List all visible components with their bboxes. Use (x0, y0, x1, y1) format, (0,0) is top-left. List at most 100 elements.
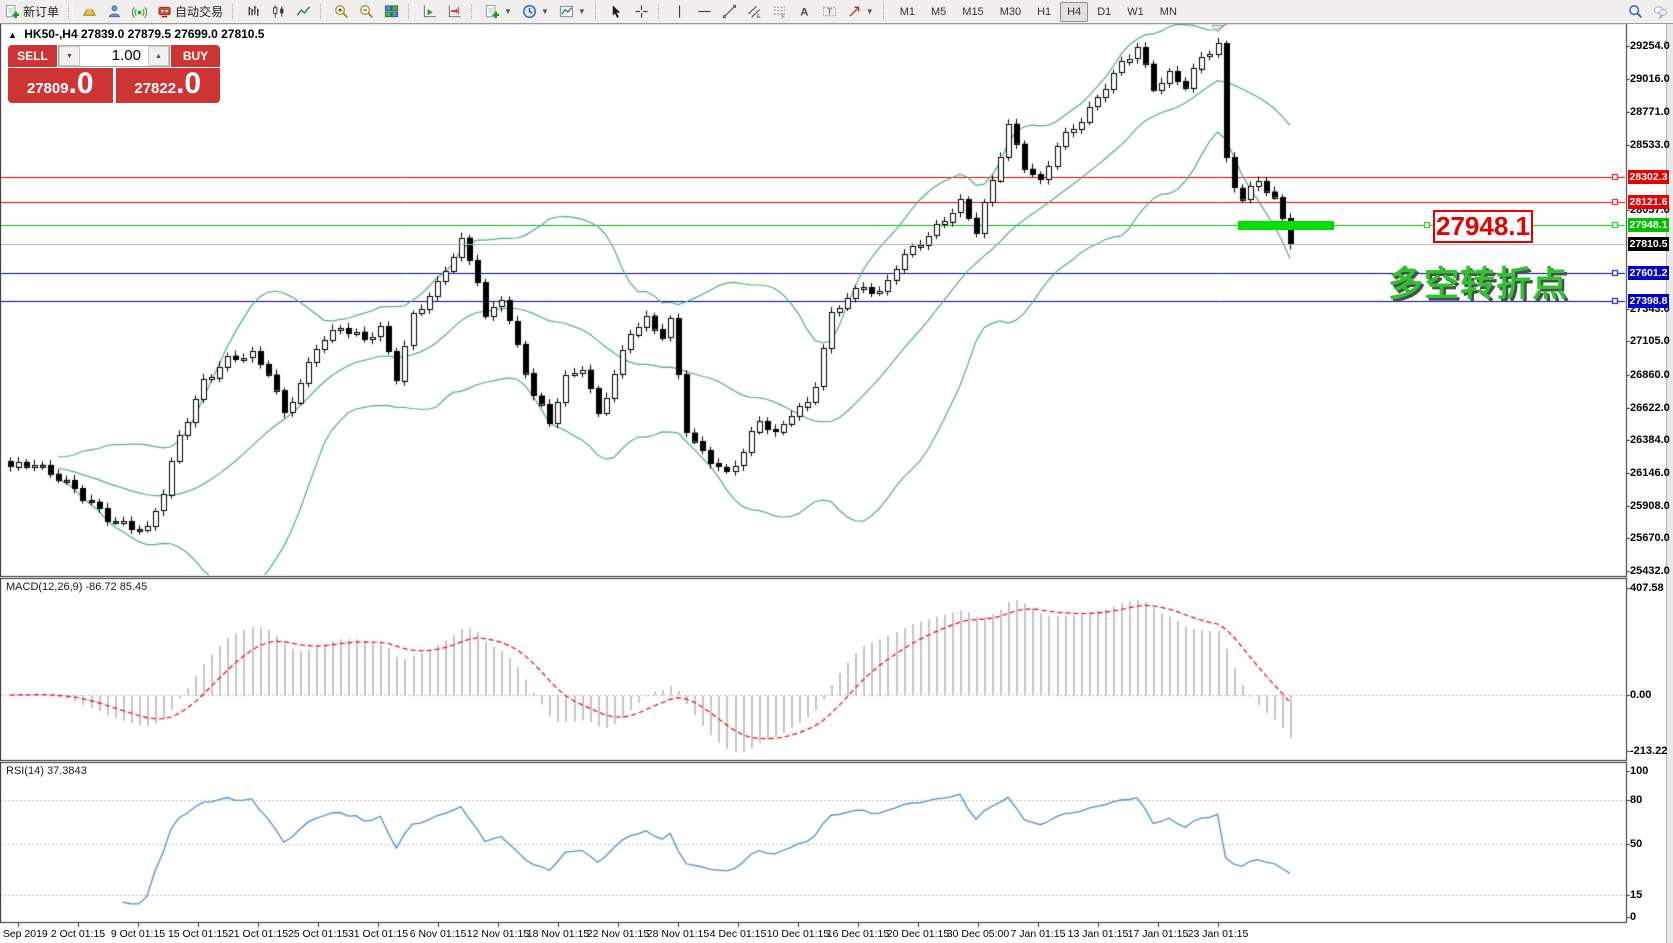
label-tool-button[interactable]: T (818, 1, 841, 22)
toolbar-grip (68, 4, 73, 19)
sell-price[interactable]: 27809 .0 (8, 68, 113, 103)
chat-icon (1653, 4, 1668, 19)
signals-icon (132, 4, 147, 19)
chart-shift-button[interactable] (443, 1, 466, 22)
crosshair-icon (634, 4, 649, 19)
timeframe-button-w1[interactable]: W1 (1120, 2, 1151, 22)
zoom-out-icon (359, 4, 374, 19)
community-button[interactable] (103, 1, 126, 22)
svg-text:E: E (757, 14, 761, 19)
toolbar-grip (232, 4, 237, 19)
line-chart-button[interactable] (292, 1, 315, 22)
zoom-out-button[interactable] (355, 1, 378, 22)
candlestick-chart-icon (271, 4, 286, 19)
volume-increase-button[interactable]: ▲ (148, 46, 169, 66)
text-tool-icon: A (797, 4, 812, 19)
community-icon (107, 4, 122, 19)
chart-shift-icon (447, 4, 462, 19)
clock-icon (522, 4, 537, 19)
toolbar-grip (883, 4, 888, 19)
volume-spinner: ▼ 1.00 ▲ (58, 45, 170, 67)
svg-text:A: A (800, 7, 808, 19)
tile-windows-button[interactable] (380, 1, 403, 22)
support-zone-bar[interactable] (1238, 221, 1334, 230)
buy-price[interactable]: 27822 .0 (116, 68, 221, 103)
timeframe-button-m15[interactable]: M15 (955, 2, 990, 22)
turning-point-annotation[interactable]: 多空转折点 (1388, 256, 1568, 307)
template-icon (559, 4, 574, 19)
bar-chart-icon (246, 4, 261, 19)
mt4-chart-window: 新订单 自动交易 ▼ ▼ ▼ E F A T ▼ (0, 0, 1673, 943)
vertical-line-tool-button[interactable] (668, 1, 691, 22)
search-icon (1628, 4, 1643, 19)
indicators-button[interactable]: ▼ (481, 1, 516, 22)
new-order-label: 新订单 (23, 3, 59, 20)
tile-windows-icon (384, 4, 399, 19)
sell-price-pips: .0 (69, 69, 94, 99)
channel-tool-button[interactable]: E (743, 1, 766, 22)
symbol-period-label: HK50-,H4 (24, 27, 77, 41)
timeframe-button-d1[interactable]: D1 (1090, 2, 1118, 22)
channel-icon: E (747, 4, 762, 19)
fibonacci-tool-button[interactable]: F (768, 1, 791, 22)
toolbar-grip (320, 4, 325, 19)
trendline-tool-button[interactable] (718, 1, 741, 22)
timeframe-button-m30[interactable]: M30 (993, 2, 1028, 22)
buy-price-main: 27822 (134, 80, 176, 97)
timeframe-button-mn[interactable]: MN (1153, 2, 1184, 22)
dropdown-caret-icon: ▼ (866, 7, 874, 16)
ohlc-values: 27839.0 27879.5 27699.0 27810.5 (81, 27, 265, 41)
fibonacci-icon: F (772, 4, 787, 19)
signals-button[interactable] (128, 1, 151, 22)
crosshair-tool-button[interactable] (630, 1, 653, 22)
toolbar-grip (595, 4, 600, 19)
chart-header: ▲ HK50-,H4 27839.0 27879.5 27699.0 27810… (8, 27, 264, 41)
new-order-button[interactable]: 新订单 (1, 1, 63, 22)
timeframe-button-h4[interactable]: H4 (1060, 2, 1088, 22)
toolbar: 新订单 自动交易 ▼ ▼ ▼ E F A T ▼ (0, 0, 1673, 24)
svg-text:F: F (781, 15, 785, 19)
dropdown-caret-icon: ▼ (541, 7, 549, 16)
timeframe-button-h1[interactable]: H1 (1030, 2, 1058, 22)
dropdown-caret-icon: ▼ (578, 7, 586, 16)
toolbar-grip (658, 4, 663, 19)
sell-button[interactable]: SELL (8, 45, 57, 67)
window-edge-strip (1666, 23, 1673, 943)
auto-scroll-icon (422, 4, 437, 19)
new-order-icon (5, 4, 20, 19)
collapse-arrow-icon[interactable]: ▲ (8, 30, 17, 40)
timeframe-button-m5[interactable]: M5 (924, 2, 953, 22)
svg-text:T: T (827, 6, 832, 16)
horizontal-line-tool-button[interactable] (693, 1, 716, 22)
market-button[interactable] (78, 1, 101, 22)
buy-price-pips: .0 (176, 69, 201, 99)
cursor-tool-button[interactable] (605, 1, 628, 22)
horizontal-line-icon (697, 4, 712, 19)
chart-canvas[interactable] (0, 0, 1673, 943)
timeframe-button-m1[interactable]: M1 (893, 2, 922, 22)
search-button[interactable] (1624, 1, 1647, 22)
buy-button[interactable]: BUY (171, 45, 220, 67)
volume-input[interactable]: 1.00 (80, 46, 148, 66)
candlestick-chart-button[interactable] (267, 1, 290, 22)
trendline-icon (722, 4, 737, 19)
dropdown-caret-icon: ▼ (504, 7, 512, 16)
autotrade-icon (157, 4, 172, 19)
indicators-icon (485, 4, 500, 19)
volume-decrease-button[interactable]: ▼ (59, 46, 80, 66)
timeframe-group: M1M5M15M30H1H4D1W1MN (892, 2, 1185, 22)
auto-scroll-button[interactable] (418, 1, 441, 22)
cursor-icon (609, 4, 624, 19)
text-tool-button[interactable]: A (793, 1, 816, 22)
vertical-line-icon (672, 4, 687, 19)
autotrade-button[interactable]: 自动交易 (153, 1, 227, 22)
templates-button[interactable]: ▼ (555, 1, 590, 22)
chat-button[interactable] (1649, 1, 1672, 22)
periods-button[interactable]: ▼ (518, 1, 553, 22)
bar-chart-button[interactable] (242, 1, 265, 22)
toolbar-grip (408, 4, 413, 19)
line-chart-icon (296, 4, 311, 19)
price-callout-box[interactable]: 27948.1 (1433, 210, 1533, 243)
zoom-in-button[interactable] (330, 1, 353, 22)
arrows-tool-button[interactable]: ▼ (843, 1, 878, 22)
